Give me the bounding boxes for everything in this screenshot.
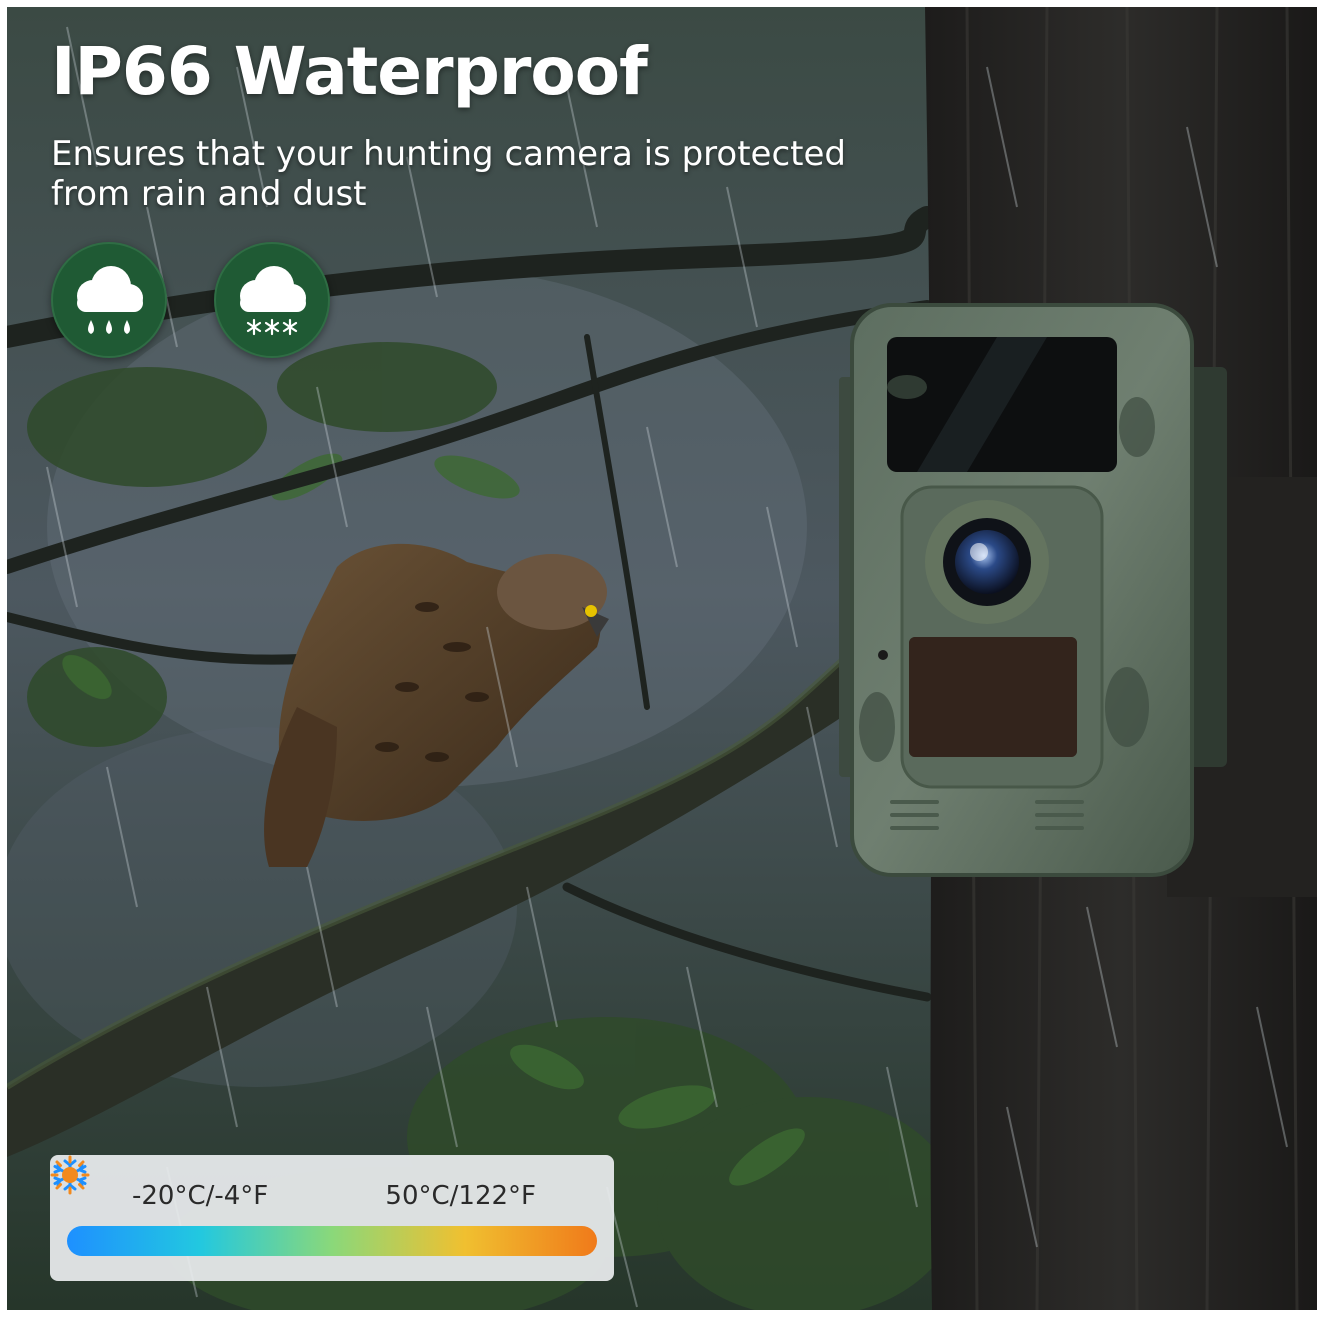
snow-badge	[214, 242, 330, 358]
rain-badge	[51, 242, 167, 358]
temperature-gradient-bar	[67, 1226, 597, 1256]
snow-cloud-icon	[240, 266, 306, 336]
headline: IP66 Waterproof	[51, 33, 648, 110]
product-photo: IP66 Waterproof Ensures that your huntin…	[7, 7, 1317, 1310]
sun-icon	[50, 1155, 90, 1195]
temperature-range-panel: -20°C/-4°F 50°C/122°F	[50, 1155, 614, 1281]
subline: Ensures that your hunting camera is prot…	[51, 134, 846, 214]
max-temperature-label: 50°C/122°F	[385, 1181, 536, 1211]
rain-cloud-icon	[77, 266, 143, 334]
min-temperature-label: -20°C/-4°F	[132, 1181, 269, 1211]
